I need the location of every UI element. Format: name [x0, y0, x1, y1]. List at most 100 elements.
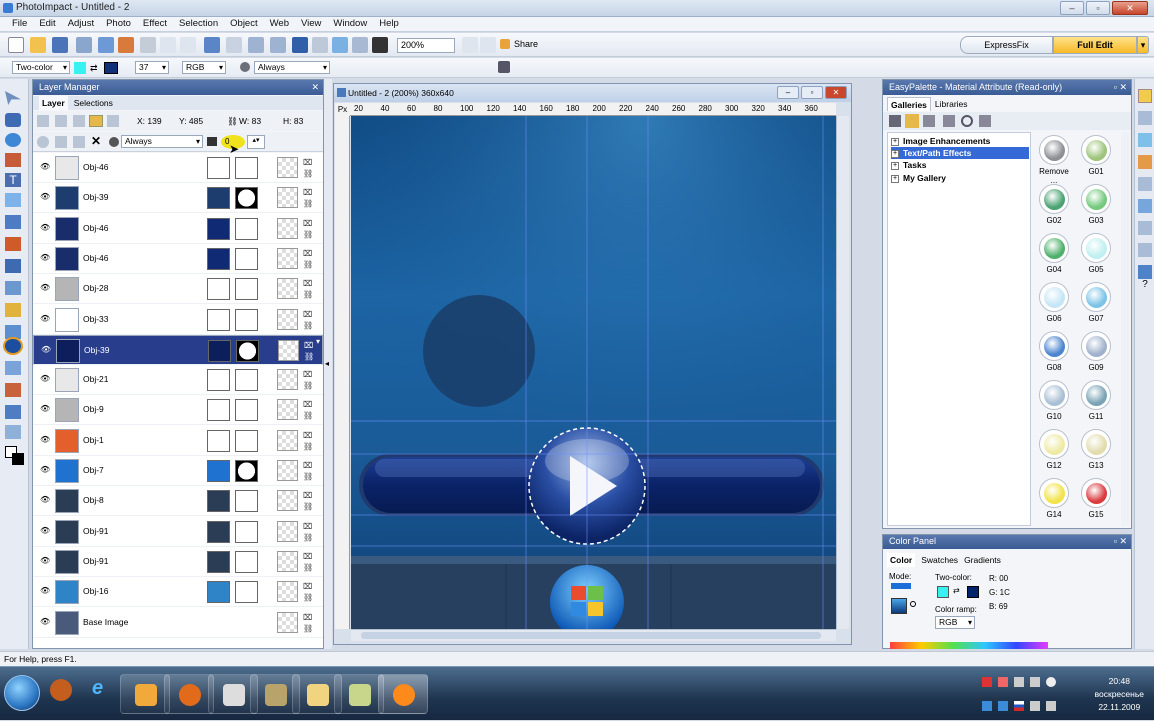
- eye-icon[interactable]: 👁: [40, 587, 50, 595]
- fg-color-chip[interactable]: [937, 586, 949, 598]
- layer-active-icon[interactable]: [89, 115, 103, 127]
- gallery-item[interactable]: G09: [1077, 328, 1115, 376]
- capture-icon[interactable]: [118, 37, 134, 53]
- image-canvas[interactable]: [351, 116, 836, 629]
- color-panel-close-icon[interactable]: ▫ ✕: [1114, 535, 1127, 548]
- mode-dropdown[interactable]: ▾: [1137, 36, 1149, 54]
- new-file-icon[interactable]: [8, 37, 24, 53]
- doc-restore-button[interactable]: ▫: [801, 86, 823, 99]
- mode-radio[interactable]: [910, 601, 916, 607]
- eye-icon[interactable]: 👁: [40, 466, 50, 474]
- retouch-tool-icon[interactable]: [5, 405, 21, 419]
- clone-tool-icon[interactable]: [5, 259, 21, 273]
- eye-icon[interactable]: 👁: [40, 375, 50, 383]
- shape-tool-icon[interactable]: [3, 337, 23, 355]
- red-value[interactable]: R: 00: [989, 574, 1008, 583]
- layer-row[interactable]: 👁 Obj-46 ⌧ ⛓: [33, 244, 323, 274]
- eye-icon[interactable]: 👁: [40, 193, 50, 201]
- tab-libraries[interactable]: Libraries: [935, 97, 968, 111]
- gallery-item[interactable]: G01: [1077, 132, 1115, 180]
- gallery-item[interactable]: G05: [1077, 230, 1115, 278]
- menu-selection[interactable]: Selection: [179, 17, 218, 31]
- layer-merge-icon[interactable]: [55, 115, 67, 127]
- gallery-item[interactable]: G14: [1035, 475, 1073, 523]
- scroll-thumb[interactable]: [361, 632, 821, 639]
- taskbar-firefox[interactable]: [164, 674, 214, 714]
- start-button[interactable]: [4, 675, 40, 711]
- tray-icon[interactable]: [1046, 677, 1056, 687]
- undo-icon[interactable]: [204, 37, 220, 53]
- doc-close-button[interactable]: ✕: [825, 86, 847, 99]
- panel-palette-icon[interactable]: [1138, 111, 1152, 125]
- brush-icon[interactable]: [352, 37, 368, 53]
- mode-icon[interactable]: [891, 583, 911, 589]
- gallery-tools-icon[interactable]: [923, 115, 935, 127]
- menu-edit[interactable]: Edit: [39, 17, 55, 31]
- eye-icon[interactable]: 👁: [40, 314, 50, 323]
- tree-item-image-enhancements[interactable]: + Image Enhancements: [891, 135, 1029, 147]
- layer-row[interactable]: 👁 Obj-39 ⌧ ⛓: [33, 183, 323, 214]
- color-model-select[interactable]: RGB: [182, 61, 226, 74]
- menu-object[interactable]: Object: [230, 17, 257, 31]
- eye-icon[interactable]: 👁: [40, 284, 50, 292]
- layer-link-icon[interactable]: ⌧ ⛓: [303, 157, 313, 179]
- layer-link-icon[interactable]: ⌧ ⛓: [303, 248, 313, 270]
- layer-link-icon[interactable]: ⌧ ⛓: [303, 218, 313, 240]
- gallery-item[interactable]: Remove ...: [1035, 132, 1073, 185]
- gallery-search-icon[interactable]: [961, 115, 973, 127]
- bg-color-chip[interactable]: [967, 586, 979, 598]
- easypalette-close-icon[interactable]: ▫ ✕: [1114, 80, 1127, 94]
- stamp-tool-icon[interactable]: [5, 281, 21, 295]
- eye-icon[interactable]: 👁: [41, 345, 51, 354]
- tray-icon[interactable]: [1014, 677, 1024, 687]
- eye-icon[interactable]: 👁: [40, 163, 50, 171]
- eye-icon[interactable]: 👁: [40, 223, 50, 232]
- open-folder-icon[interactable]: [30, 37, 46, 53]
- tab-gradients[interactable]: Gradients: [964, 553, 1001, 567]
- gallery-item[interactable]: G15: [1077, 475, 1115, 523]
- layer-link-icon[interactable]: ⌧ ⛓: [303, 187, 313, 209]
- layer-row[interactable]: 👁 Obj-91 ⌧ ⛓: [33, 547, 323, 577]
- pick-tool-icon[interactable]: [5, 91, 21, 105]
- gallery-item[interactable]: G13: [1077, 426, 1115, 474]
- vertical-scrollbar[interactable]: [836, 116, 849, 629]
- layer-link-icon[interactable]: ⌧ ⛓: [303, 399, 313, 421]
- eye-icon[interactable]: 👁: [40, 405, 50, 413]
- tray-icon[interactable]: [1030, 677, 1040, 687]
- tree-item-my-gallery[interactable]: + My Gallery: [891, 172, 1029, 184]
- internet-explorer-icon[interactable]: e: [92, 677, 116, 701]
- minimize-button[interactable]: –: [1060, 1, 1084, 15]
- panel-layer-icon[interactable]: [1138, 89, 1152, 103]
- layer-link-icon[interactable]: ⌧ ⛓: [303, 581, 313, 603]
- tab-swatches[interactable]: Swatches: [921, 553, 958, 567]
- eye-icon[interactable]: 👁: [40, 253, 50, 262]
- layer-link-icon[interactable]: ⌧ ⛓: [303, 278, 313, 300]
- panel-color-icon[interactable]: [1138, 177, 1152, 191]
- save-icon[interactable]: [52, 37, 68, 53]
- collapse-arrow-icon[interactable]: ◂: [325, 359, 329, 368]
- fill-tool-icon[interactable]: [5, 303, 21, 317]
- foreground-color-swatch[interactable]: [74, 62, 86, 74]
- gallery-item[interactable]: G11: [1077, 377, 1115, 425]
- layer-duplicate-icon[interactable]: [73, 136, 85, 148]
- layer-row[interactable]: 👁 Obj-16 ⌧ ⛓: [33, 577, 323, 608]
- gallery-item[interactable]: G08: [1035, 328, 1073, 376]
- share-button[interactable]: Share: [500, 39, 538, 49]
- layer-row[interactable]: 👁 Obj-9 ⌧ ⛓: [33, 395, 323, 426]
- layer-link-icon[interactable]: ⌧ ⛓: [303, 430, 313, 452]
- layer-link-icon[interactable]: ⌧ ⛓: [303, 369, 313, 391]
- panel-quick-icon[interactable]: [1138, 133, 1152, 147]
- maximize-button[interactable]: ▫: [1086, 1, 1110, 15]
- language-flag-icon[interactable]: [1014, 701, 1024, 711]
- merge-select[interactable]: Always: [254, 61, 330, 74]
- gallery-grid-icon[interactable]: [979, 115, 991, 127]
- layer-row[interactable]: 👁 Obj-39 ⌧ ⛓: [33, 334, 323, 365]
- zoom-out-icon[interactable]: [480, 37, 496, 53]
- transform-tool-icon[interactable]: [5, 153, 21, 167]
- crop-tool-icon[interactable]: [5, 215, 21, 229]
- cut-icon[interactable]: [140, 37, 156, 53]
- menu-view[interactable]: View: [301, 17, 321, 31]
- eye-icon[interactable]: 👁: [40, 617, 50, 626]
- flip-icon[interactable]: [312, 37, 328, 53]
- gallery-item[interactable]: G06: [1035, 279, 1073, 327]
